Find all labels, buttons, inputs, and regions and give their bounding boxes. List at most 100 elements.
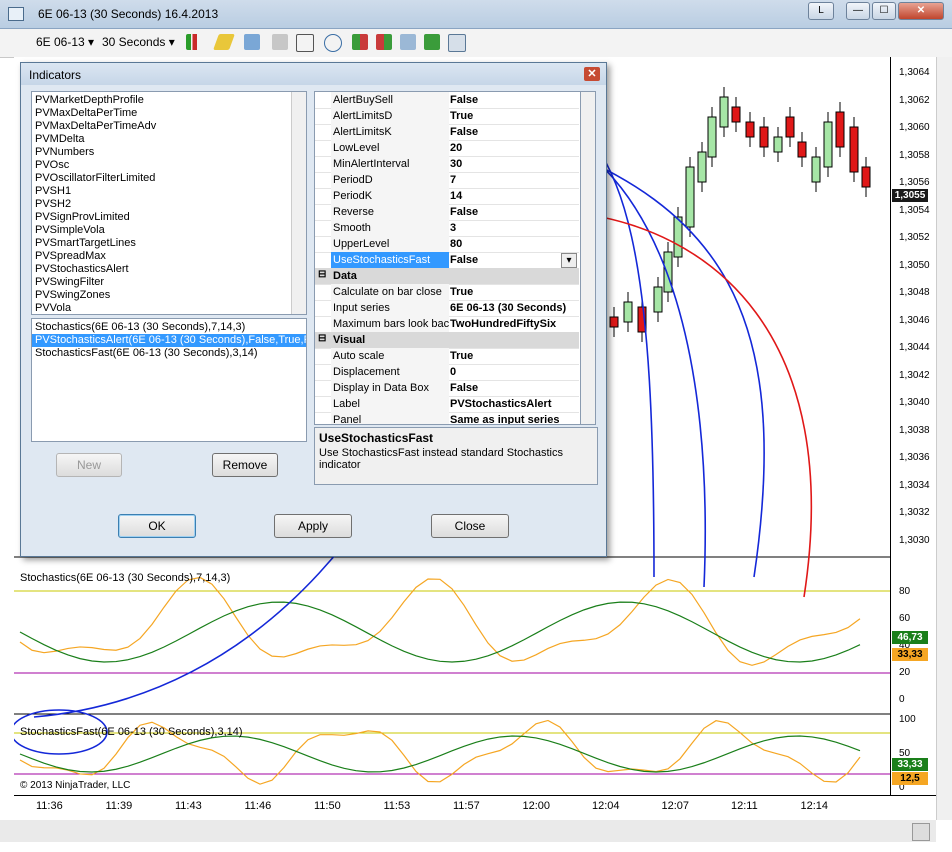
property-value[interactable]: False [450,92,578,108]
indicator-list-item[interactable]: PVStochasticsAlert [32,263,306,276]
scroll-thumb[interactable] [912,823,930,841]
property-row[interactable]: PeriodK 14 [315,188,579,205]
property-value[interactable]: 7 [450,172,578,188]
property-row[interactable]: MinAlertInterval 30 [315,156,579,173]
property-row[interactable]: AlertLimitsK False [315,124,579,141]
apply-button[interactable]: Apply [274,514,352,538]
property-value[interactable]: True [450,284,578,300]
property-category[interactable]: ⊟ Visual [315,332,579,349]
dollar-icon[interactable] [424,34,440,50]
property-row[interactable]: Panel Same as input series [315,412,579,424]
property-value[interactable]: 30 [450,156,578,172]
pointer-icon[interactable] [296,34,314,52]
property-row[interactable]: Auto scale True [315,348,579,365]
property-row[interactable]: AlertBuySell False [315,92,579,109]
instrument-selector[interactable]: 6E 06-13 ▾ [36,33,94,51]
indicator-list-item[interactable]: PVOscillatorFilterLimited [32,172,306,185]
indicator-list-item[interactable]: PVVola [32,302,306,314]
applied-indicators-list[interactable]: Stochastics(6E 06-13 (30 Seconds),7,14,3… [31,318,307,442]
property-value[interactable]: False [450,252,578,268]
indicator-list-item[interactable]: PVMarketDepthProfile [32,94,306,107]
interval-selector[interactable]: 30 Seconds ▾ [102,33,175,51]
property-value[interactable]: 3 [450,220,578,236]
dialog-title-bar[interactable]: Indicators ✕ [21,63,606,85]
property-value[interactable]: 14 [450,188,578,204]
property-value[interactable]: PVStochasticsAlert [450,396,578,412]
property-category[interactable]: ⊟ Data [315,268,579,285]
property-row[interactable]: PeriodD 7 [315,172,579,189]
drawing-tool-icon[interactable] [213,34,235,50]
indicator-list-item[interactable]: PVMaxDeltaPerTimeAdv [32,120,306,133]
indicator-list-item[interactable]: PVSwingZones [32,289,306,302]
property-row[interactable]: Maximum bars look bac TwoHundredFiftySix [315,316,579,333]
property-row[interactable]: AlertLimitsD True [315,108,579,125]
maximize-button[interactable]: ☐ [872,2,896,20]
minimize-button[interactable]: — [846,2,870,20]
indicator-list-item[interactable]: PVMaxDeltaPerTime [32,107,306,120]
indicator-list-item[interactable]: PVMDelta [32,133,306,146]
strategies-icon[interactable] [376,34,392,50]
properties-scrollbar[interactable] [580,91,596,425]
property-value[interactable]: TwoHundredFiftySix [450,316,578,332]
window-title-bar[interactable]: 6E 06-13 (30 Seconds) 16.4.2013 L — ☐ ✕ [0,0,952,29]
property-value[interactable]: 0 [450,364,578,380]
properties-icon[interactable] [448,34,466,52]
candle-body [719,96,729,128]
applied-indicator-item[interactable]: PVStochasticsAlert(6E 06-13 (30 Seconds)… [32,334,306,347]
property-value[interactable]: True [450,348,578,364]
indicator-list-item[interactable]: PVSpreadMax [32,250,306,263]
link-button[interactable]: L [808,2,834,20]
property-row[interactable]: Input series 6E 06-13 (30 Seconds) [315,300,579,317]
indicator-list-item[interactable]: PVSH1 [32,185,306,198]
applied-indicator-item[interactable]: StochasticsFast(6E 06-13 (30 Seconds),3,… [32,347,306,360]
indicator-list-item[interactable]: PVSmartTargetLines [32,237,306,250]
add-indicator-icon[interactable] [272,34,288,50]
price-axis[interactable]: 1,3064 1,3062 1,3060 1,3058 1,3056 1,3054 1,30… [890,57,937,795]
indicator-list-item[interactable]: PVSignProvLimited [32,211,306,224]
property-row[interactable]: Display in Data Box False [315,380,579,397]
indicator-list-item[interactable]: PVSwingFilter [32,276,306,289]
indicator-list-item[interactable]: PVSH2 [32,198,306,211]
property-row[interactable]: UpperLevel 80 [315,236,579,253]
indicator-list-item[interactable]: PVSimpleVola [32,224,306,237]
property-row[interactable]: LowLevel 20 [315,140,579,157]
indicator-list-scrollbar[interactable] [291,92,306,314]
zoom-icon[interactable] [324,34,342,52]
properties-grid[interactable]: AlertBuySell False AlertLimitsD True AlertLi… [314,91,582,425]
price-tick-label: 1,3064 [899,67,930,78]
property-value[interactable]: 6E 06-13 (30 Seconds) [450,300,578,316]
available-indicators-list[interactable]: PVMarketDepthProfile PVMaxDeltaPerTime PVM… [31,91,307,315]
property-value[interactable]: Same as input series [450,412,578,424]
time-axis[interactable]: 11:36 11:39 11:43 11:46 11:50 11:53 11:57 12:00… [14,795,936,816]
indicator-list-item[interactable]: PVNumbers [32,146,306,159]
property-row[interactable]: Smooth 3 [315,220,579,237]
property-row[interactable]: Reverse False [315,204,579,221]
applied-indicator-item[interactable]: Stochastics(6E 06-13 (30 Seconds),7,14,3… [32,321,306,334]
property-row[interactable]: Calculate on bar close True [315,284,579,301]
property-value[interactable]: False [450,124,578,140]
close-dialog-button[interactable]: Close [431,514,509,538]
new-button[interactable]: New [56,453,122,477]
vertical-scrollbar[interactable] [936,57,952,820]
close-button[interactable]: ✕ [898,2,944,20]
remove-button[interactable]: Remove [212,453,278,477]
property-value[interactable]: 20 [450,140,578,156]
indicator-list-item[interactable]: PVOsc [32,159,306,172]
bar-type-icon[interactable] [186,34,202,50]
property-value[interactable]: True [450,108,578,124]
collapse-icon[interactable]: ⊟ [318,269,326,280]
data-box-icon[interactable] [400,34,416,50]
property-row[interactable]: Displacement 0 [315,364,579,381]
property-value[interactable]: False [450,380,578,396]
indicators-icon[interactable] [352,34,368,50]
crosshair-icon[interactable] [244,34,260,50]
property-row[interactable]: UseStochasticsFast False ▾ [315,252,579,269]
collapse-icon[interactable]: ⊟ [318,333,326,344]
dialog-close-button[interactable]: ✕ [584,67,600,81]
property-row[interactable]: Label PVStochasticsAlert [315,396,579,413]
dropdown-arrow-icon[interactable]: ▾ [561,253,577,268]
property-value[interactable]: 80 [450,236,578,252]
ok-button[interactable]: OK [118,514,196,538]
property-value[interactable]: False [450,204,578,220]
horizontal-scrollbar[interactable] [0,820,936,842]
